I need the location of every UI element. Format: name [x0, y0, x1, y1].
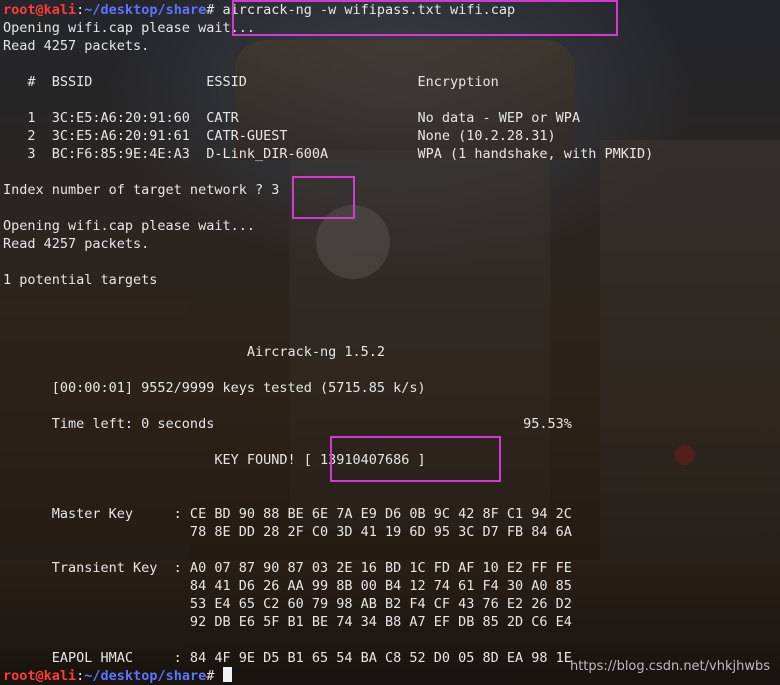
network-row-3: 3 BC:F6:85:9E:4E:A3 D-Link_DIR-600A WPA … [3, 146, 654, 162]
key-found-line: KEY FOUND! [ 13910407686 ] [3, 452, 426, 468]
network-row-1: 1 3C:E5:A6:20:91:60 CATR No data - WEP o… [3, 110, 581, 126]
eapol-hmac-line: EAPOL HMAC : 84 4F 9E D5 B1 65 54 BA C8 … [3, 650, 572, 666]
transient-key-line-2: 84 41 D6 26 AA 99 8B 00 B4 12 74 61 F4 3… [3, 578, 572, 594]
prompt-symbol: # [206, 668, 215, 684]
text-cursor [222, 667, 232, 682]
index-value: 3 [271, 182, 280, 198]
potential-targets-line: 1 potential targets [3, 272, 158, 288]
time-left-line: Time left: 0 seconds 95.53% [3, 416, 572, 432]
final-prompt-line[interactable]: root@kali:~/desktop/share# [3, 667, 653, 685]
transient-key-line-4: 92 DB E6 5F B1 BE 74 34 B8 A7 EF DB 85 2… [3, 614, 572, 630]
terminal-output[interactable]: root@kali:~/desktop/share# aircrack-ng -… [3, 1, 653, 685]
wallpaper-red-dot [675, 445, 695, 465]
read-line-1: Read 4257 packets. [3, 38, 150, 54]
index-prompt-line: Index number of target network ? 3 [3, 181, 653, 199]
prompt-path: ~/desktop/share [84, 668, 207, 684]
networks-header: # BSSID ESSID Encryption [3, 74, 499, 90]
opening-line-2: Opening wifi.cap please wait... [3, 218, 255, 234]
command-line: root@kali:~/desktop/share# aircrack-ng -… [3, 1, 653, 19]
transient-key-line-3: 53 E4 65 C2 60 79 98 AB B2 F4 CF 43 76 E… [3, 596, 572, 612]
index-prompt-text: Index number of target network ? [3, 182, 272, 198]
network-row-2: 2 3C:E5:A6:20:91:61 CATR-GUEST None (10.… [3, 128, 556, 144]
read-line-2: Read 4257 packets. [3, 236, 150, 252]
master-key-line-2: 78 8E DD 28 2F C0 3D 41 19 6D 95 3C D7 F… [3, 524, 572, 540]
prompt-user-host: root@kali [3, 668, 77, 684]
opening-line-1: Opening wifi.cap please wait... [3, 20, 255, 36]
prompt-user-host: root@kali [3, 2, 77, 18]
watermark-url: https://blog.csdn.net/vhkjhwbs [569, 659, 770, 674]
prompt-path: ~/desktop/share [84, 2, 207, 18]
aircrack-title: Aircrack-ng 1.5.2 [3, 344, 386, 360]
master-key-line-1: Master Key : CE BD 90 88 BE 6E 7A E9 D6 … [3, 506, 572, 522]
command-text: aircrack-ng -w wifipass.txt wifi.cap [214, 2, 516, 18]
transient-key-line-1: Transient Key : A0 07 87 90 87 03 2E 16 … [3, 560, 572, 576]
keys-tested-line: [00:00:01] 9552/9999 keys tested (5715.8… [3, 380, 426, 396]
